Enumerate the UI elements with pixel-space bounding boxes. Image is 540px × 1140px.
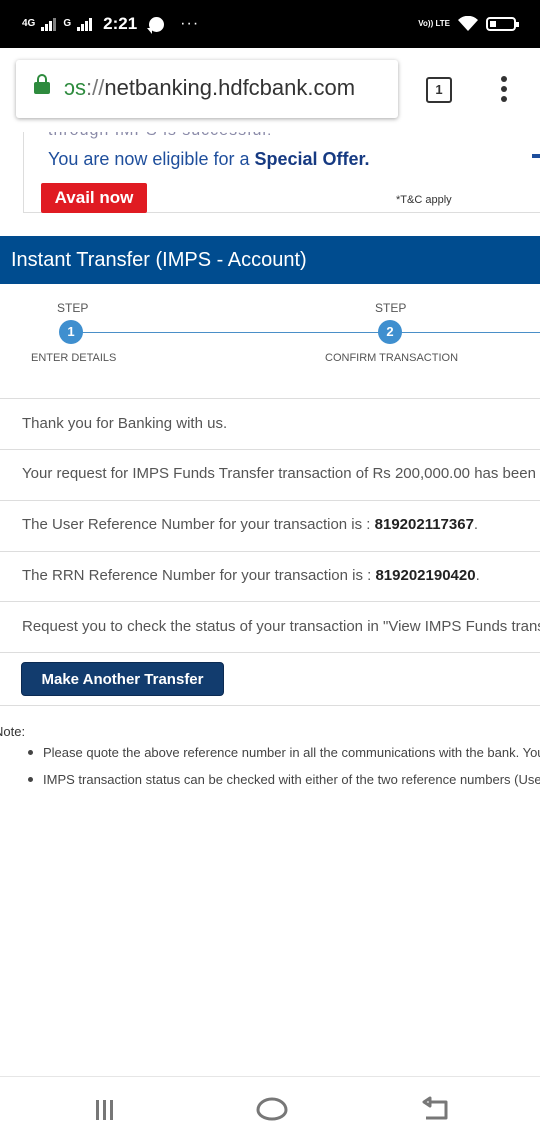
home-icon[interactable] — [252, 1092, 292, 1126]
divider-bottom — [0, 705, 540, 706]
rrn-value: 819202190420 — [375, 567, 476, 584]
battery-icon — [486, 17, 519, 31]
step-2-label: STEP — [375, 301, 407, 315]
user-ref-text: The User Reference Number for your trans… — [22, 516, 479, 533]
lock-icon[interactable] — [34, 74, 50, 94]
progress-stepper: STEP 1 ENTER DETAILS STEP 2 CONFIRM TRAN… — [0, 284, 540, 374]
stepper-line — [70, 332, 540, 333]
check-status-text: Request you to check the status of your … — [22, 618, 540, 635]
tnc-note: *T&C apply — [396, 194, 452, 206]
step-2-circle: 2 — [378, 320, 402, 344]
status-left: 4G G 2:21 ··· — [22, 12, 199, 36]
network-4g-label: 4G — [22, 18, 36, 29]
address-bar[interactable]: ɔs://netbanking.hdfcbank.com — [16, 60, 398, 118]
rrn-text: The RRN Reference Number for your transa… — [22, 567, 480, 584]
nav-divider — [0, 1076, 540, 1077]
note-label: Note: — [0, 724, 26, 739]
step-2-caption: CONFIRM TRANSACTION — [325, 352, 459, 364]
check-status-row: Request you to check the status of your … — [0, 601, 540, 653]
thanks-text: Thank you for Banking with us. — [22, 415, 228, 432]
more-notifications-icon: ··· — [180, 15, 200, 32]
tab-switcher-icon[interactable]: 1 — [426, 77, 452, 103]
user-ref-label: The User Reference Number for your trans… — [22, 516, 375, 533]
signal-icon-2 — [77, 17, 93, 31]
volte-label: Vo)) LTE — [418, 19, 450, 28]
browser-toolbar: ɔs://netbanking.hdfcbank.com 1 — [0, 48, 540, 132]
note-item-1: Please quote the above reference number … — [43, 745, 540, 760]
status-right: Vo)) LTE — [418, 12, 519, 36]
wifi-icon — [458, 16, 478, 31]
promo-offer-text: You are now eligible for a Special Offer… — [48, 149, 370, 170]
avail-now-button[interactable]: Avail now — [41, 183, 147, 213]
page-title: Instant Transfer (IMPS - Account) — [0, 236, 540, 284]
step-1-circle: 1 — [59, 320, 83, 344]
url-scheme: ɔs — [64, 75, 86, 100]
clock: 2:21 — [103, 14, 138, 33]
note-item-2: IMPS transaction status can be checked w… — [43, 772, 540, 787]
recent-apps-icon[interactable] — [92, 1092, 132, 1126]
thanks-row: Thank you for Banking with us. — [0, 398, 540, 450]
promo-offer-bold: Special Offer. — [254, 149, 370, 169]
back-icon[interactable] — [420, 1092, 460, 1126]
url-separator: :// — [86, 75, 105, 100]
url-text[interactable]: ɔs://netbanking.hdfcbank.com — [64, 75, 355, 101]
promo-offer-prefix: You are now eligible for a — [48, 149, 255, 169]
user-ref-value: 819202117367 — [374, 516, 474, 533]
step-1-caption: ENTER DETAILS — [31, 352, 117, 364]
chat-notification-icon — [147, 16, 165, 34]
request-row: Your request for IMPS Funds Transfer tra… — [0, 449, 540, 501]
rrn-row: The RRN Reference Number for your transa… — [0, 551, 540, 602]
make-another-transfer-button[interactable]: Make Another Transfer — [21, 662, 224, 696]
url-host: netbanking.hdfcbank.com — [104, 75, 356, 100]
overflow-menu-icon[interactable] — [497, 76, 511, 106]
network-g-label: G — [63, 18, 72, 29]
signal-icon — [41, 17, 57, 31]
promo-cut-text: through IMPS is successful! — [48, 132, 272, 140]
step-1-label: STEP — [57, 301, 89, 315]
rrn-label: The RRN Reference Number for your transa… — [22, 567, 376, 584]
user-ref-row: The User Reference Number for your trans… — [0, 500, 540, 552]
bullet-icon — [28, 750, 33, 755]
bullet-icon-2 — [28, 777, 33, 782]
promo-banner: through IMPS is successful! You are now … — [0, 132, 540, 222]
status-bar: 4G G 2:21 ··· Vo)) LTE — [0, 0, 540, 48]
promo-arrow-icon — [532, 154, 540, 158]
divider — [0, 652, 540, 654]
request-text: Your request for IMPS Funds Transfer tra… — [22, 465, 540, 482]
